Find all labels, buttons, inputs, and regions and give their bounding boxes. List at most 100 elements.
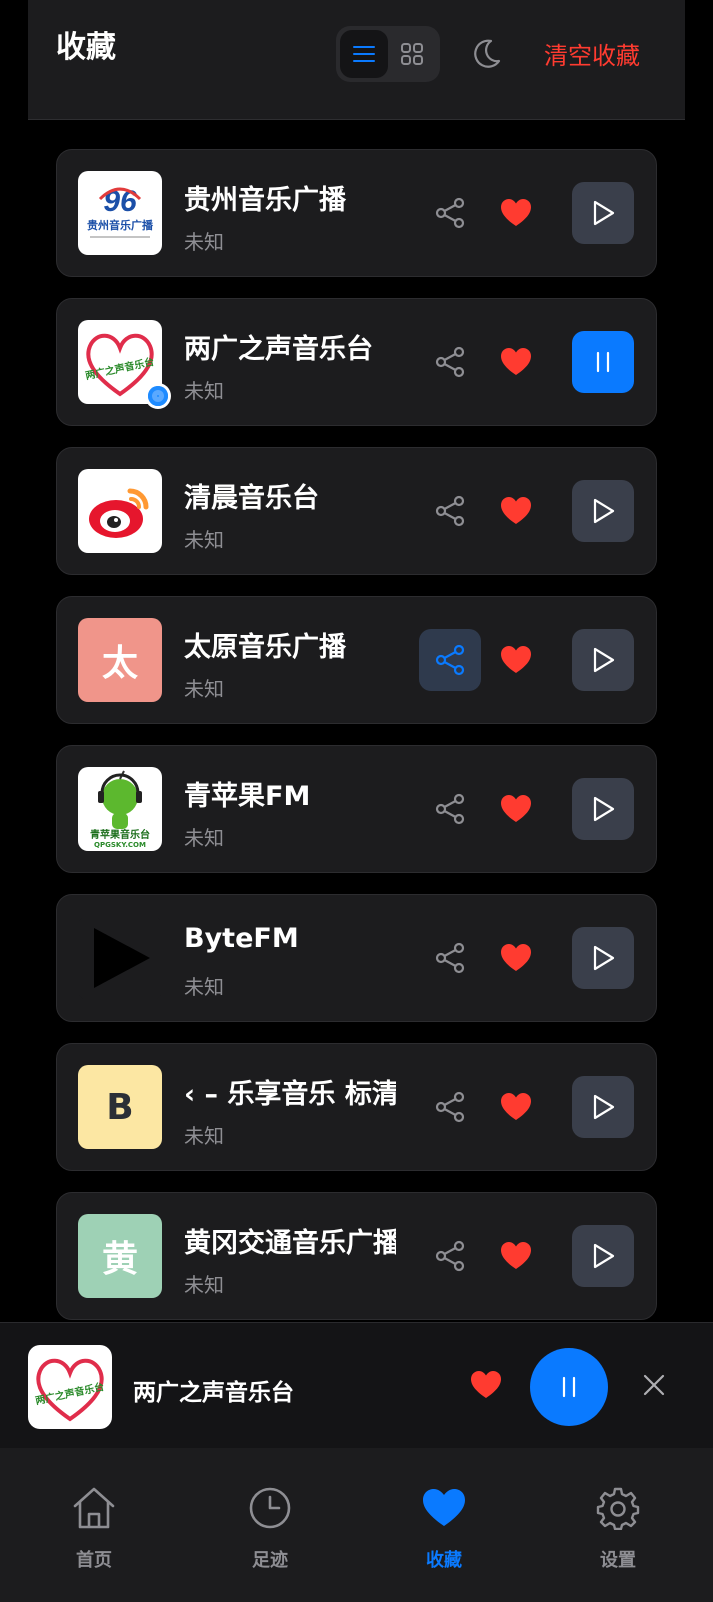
player-pause-button[interactable] [530,1348,608,1426]
green-apple-logo: 青苹果音乐台 QPGSKY.COM [90,770,150,849]
tab-history[interactable]: 足迹 [220,1484,320,1580]
player-close-button[interactable] [638,1369,670,1401]
share-button[interactable] [419,480,481,542]
dark-mode-toggle[interactable] [466,34,506,74]
bottom-tab-bar: 首页 足迹 收藏 设置 [0,1448,713,1602]
pause-button[interactable] [572,331,634,393]
play-button[interactable] [572,1076,634,1138]
play-button[interactable] [572,182,634,244]
station-logo-placeholder: B [78,1065,162,1149]
station-name: 太原音乐广播 [184,632,346,663]
favorite-button[interactable] [498,642,534,678]
player-favorite-button[interactable] [468,1367,504,1403]
share-button[interactable] [419,1076,481,1138]
heart-icon [501,646,531,673]
station-card[interactable]: ByteFM 未知 [56,894,657,1022]
play-icon [593,200,615,226]
grid-view-button[interactable] [388,30,436,78]
heart-icon [471,1371,501,1398]
grid-icon [401,43,423,65]
play-button[interactable] [572,480,634,542]
favorite-button[interactable] [498,344,534,380]
favorite-button[interactable] [498,791,534,827]
station-card[interactable]: 96 贵州音乐广播 贵州音乐广播 未知 [56,149,657,277]
station-name: ‹ – 乐享音乐 标清 [184,1079,396,1110]
view-mode-toggle [336,26,440,82]
share-icon [435,942,465,974]
heart-icon [501,199,531,226]
share-icon [435,644,465,676]
station-card[interactable]: 两广之声音乐台 两广之声音乐台 未知 [56,298,657,426]
heart-icon [423,1489,465,1526]
logo-caption: 两广之声音乐台 [84,355,155,382]
weibo-logo-icon [89,488,149,538]
heart-icon [501,1093,531,1120]
share-icon [435,1091,465,1123]
favorite-button[interactable] [498,1089,534,1125]
guizhou-logo: 96 贵州音乐广播 [87,185,154,238]
share-button[interactable] [419,778,481,840]
tab-home[interactable]: 首页 [44,1484,144,1580]
share-icon [435,1240,465,1272]
station-logo: 青苹果音乐台 QPGSKY.COM [78,767,162,851]
station-subtitle: 未知 [184,528,224,552]
favorite-button[interactable] [498,1238,534,1274]
station-name: 清晨音乐台 [184,483,319,514]
heart-icon [501,795,531,822]
clock-icon [249,1487,291,1529]
mini-player[interactable]: 两广之声音乐台 两广之声音乐台 [0,1322,713,1448]
home-icon [73,1487,115,1529]
share-icon [435,495,465,527]
play-button[interactable] [572,1225,634,1287]
share-icon [435,793,465,825]
play-button[interactable] [572,778,634,840]
play-icon [593,498,615,524]
gear-icon [596,1487,640,1530]
station-logo: 96 贵州音乐广播 [78,171,162,255]
station-subtitle: 未知 [184,379,224,403]
station-logo-placeholder: 黄 [78,1214,162,1298]
favorites-screen: 收藏 清空收藏 96 贵州音乐广播 贵州音乐广播 未知 两广之声音乐台 两广之声… [0,0,713,1602]
play-icon [593,1243,615,1269]
play-icon [593,647,615,673]
share-button[interactable] [419,331,481,393]
player-station-logo: 两广之声音乐台 [28,1345,112,1429]
station-logo [78,916,162,1000]
share-icon [435,197,465,229]
station-card[interactable]: 清晨音乐台 未知 [56,447,657,575]
share-button[interactable] [419,629,481,691]
list-view-button[interactable] [340,30,388,78]
tab-label: 首页 [76,1550,112,1571]
station-card[interactable]: B ‹ – 乐享音乐 标清 未知 [56,1043,657,1171]
player-station-name: 两广之声音乐台 [133,1380,294,1406]
play-button[interactable] [572,927,634,989]
heart-icon [501,348,531,375]
station-card[interactable]: 太 太原音乐广播 未知 [56,596,657,724]
pause-icon [596,351,610,373]
favorite-button[interactable] [498,940,534,976]
station-subtitle: 未知 [184,1273,224,1297]
station-card[interactable]: 黄 黄冈交通音乐广播 未知 [56,1192,657,1320]
station-subtitle: 未知 [184,230,224,254]
share-button[interactable] [419,927,481,989]
share-icon [435,346,465,378]
play-button[interactable] [572,629,634,691]
station-subtitle: 未知 [184,975,224,999]
play-icon [593,1094,615,1120]
station-name: 黄冈交通音乐广播 [184,1228,396,1259]
play-icon [593,796,615,822]
station-card[interactable]: 青苹果音乐台 QPGSKY.COM 青苹果FM 未知 [56,745,657,873]
station-logo [78,469,162,553]
favorite-button[interactable] [498,195,534,231]
station-logo-placeholder: 太 [78,618,162,702]
tab-settings[interactable]: 设置 [568,1484,668,1580]
tab-favorites[interactable]: 收藏 [394,1484,494,1580]
logo-caption: 两广之声音乐台 [34,1380,105,1407]
share-button[interactable] [419,182,481,244]
now-playing-indicator [145,383,171,409]
tab-label: 收藏 [426,1550,462,1571]
share-button[interactable] [419,1225,481,1287]
clear-favorites-button[interactable]: 清空收藏 [544,36,640,71]
favorite-button[interactable] [498,493,534,529]
logo-site: QPGSKY.COM [94,841,146,849]
